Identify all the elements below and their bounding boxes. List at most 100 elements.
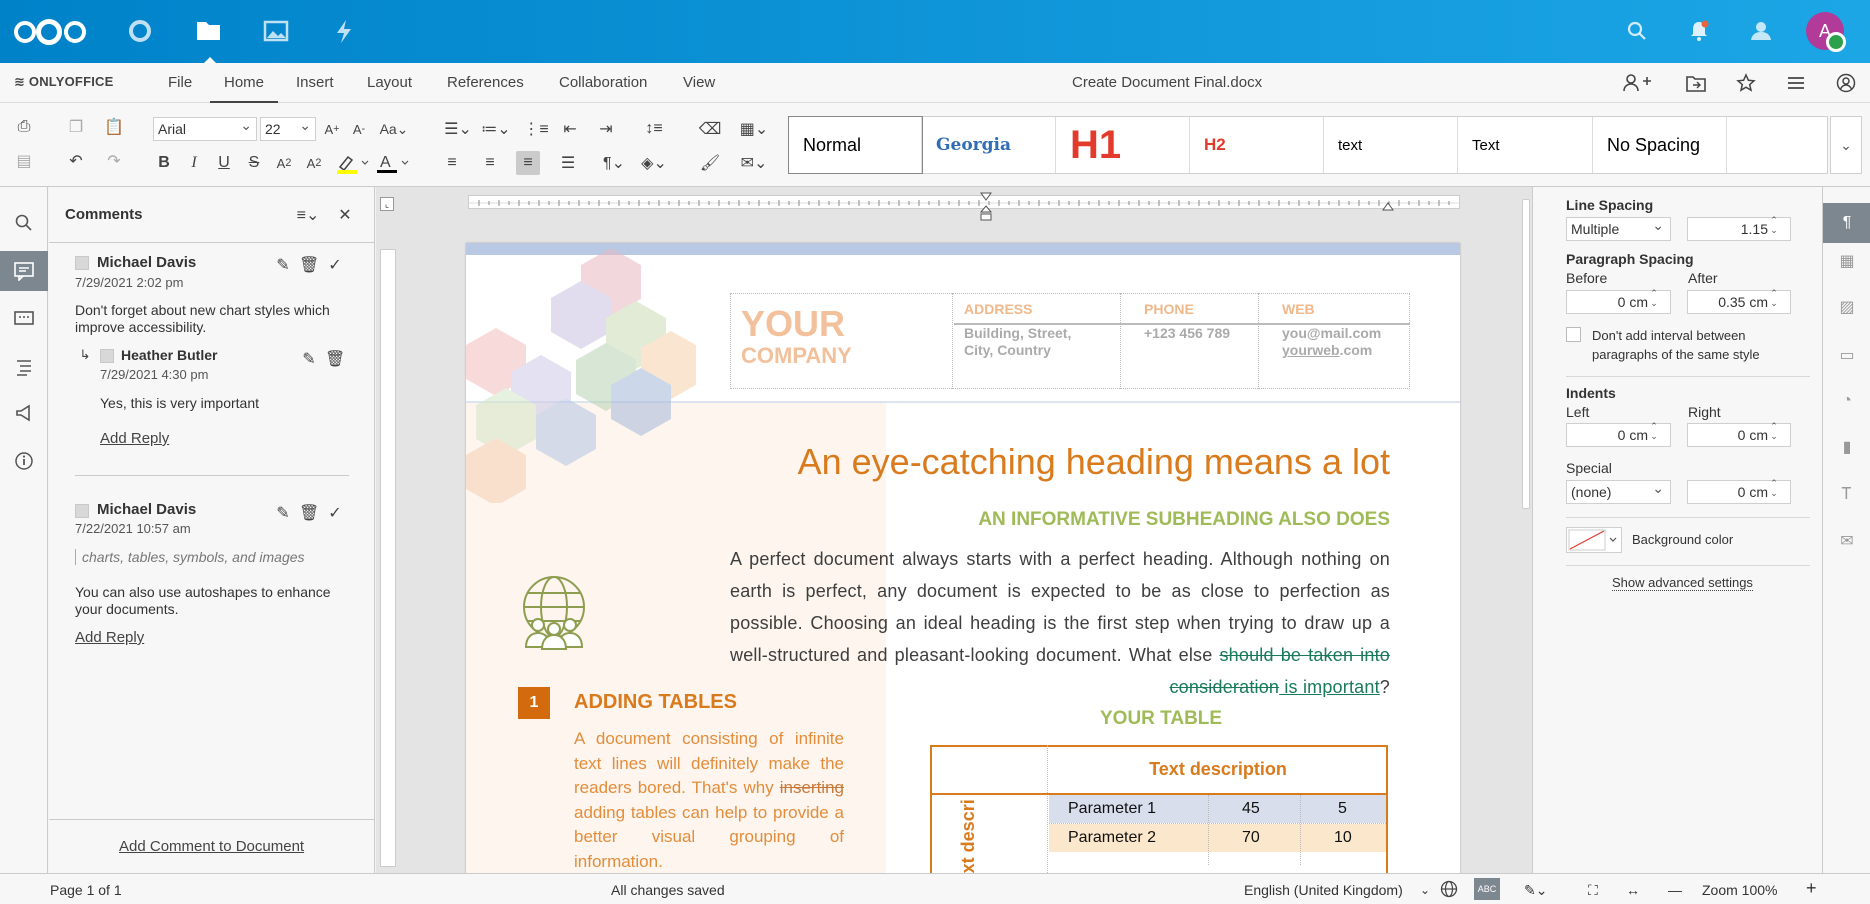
fit-to-page-icon[interactable]: ⛶	[1588, 882, 1598, 899]
style-text-lower[interactable]: text	[1324, 117, 1458, 173]
right-indent-marker[interactable]	[1382, 199, 1394, 211]
subscript-icon[interactable]: A2	[302, 151, 326, 175]
undo-icon[interactable]: ↶	[64, 149, 88, 173]
indent-right-input[interactable]: 0 cm	[1687, 422, 1791, 447]
justify-icon[interactable]: ☰	[556, 151, 580, 175]
special-indent-amount-input[interactable]: 0 cm	[1687, 479, 1791, 504]
tab-references[interactable]: References	[447, 63, 524, 103]
open-file-location-icon[interactable]	[1685, 73, 1706, 93]
save-icon[interactable]: ▤	[12, 149, 36, 173]
navigation-headings-icon[interactable]	[12, 355, 36, 379]
style-text[interactable]: Text	[1458, 117, 1593, 173]
multilevel-list-icon[interactable]: ⋮≡	[518, 117, 554, 141]
document-language-globe-icon[interactable]	[1440, 880, 1458, 901]
decrease-indent-icon[interactable]: ⇤	[558, 117, 582, 141]
bold-icon[interactable]: B	[152, 151, 176, 175]
contacts-icon[interactable]	[1748, 18, 1774, 44]
paragraph-settings-icon[interactable]: ¶	[1823, 203, 1870, 243]
tab-layout[interactable]: Layout	[367, 63, 412, 103]
delete-trash-icon[interactable]: 🗑	[299, 255, 319, 275]
redo-icon[interactable]: ↷	[102, 149, 126, 173]
favorite-star-icon[interactable]	[1736, 73, 1756, 93]
horizontal-ruler[interactable]	[468, 195, 1461, 209]
underline-icon[interactable]: U	[212, 151, 236, 175]
expand-styles-chevron-down-icon[interactable]: ⌄	[1830, 116, 1862, 174]
bullet-list-icon[interactable]: ☰⌄	[440, 117, 476, 141]
add-comment-to-document-link[interactable]: Add Comment to Document	[119, 838, 304, 855]
document-page[interactable]: YOUR COMPANY ADDRESS PHONE WEB Building,…	[466, 243, 1460, 873]
add-user-icon[interactable]	[1622, 73, 1651, 93]
zoom-level[interactable]: Zoom 100%	[1702, 882, 1777, 898]
style-normal[interactable]: Normal	[788, 116, 923, 174]
fit-to-width-icon[interactable]: ↔	[1626, 882, 1640, 898]
tab-home[interactable]: Home	[210, 63, 279, 103]
font-color-icon[interactable]: A	[374, 151, 410, 175]
edit-pencil-icon[interactable]: ✎	[299, 349, 319, 369]
tab-stop-selector[interactable]: ⌞	[380, 197, 394, 211]
shading-icon[interactable]: ◈⌄	[636, 151, 672, 175]
feedback-megaphone-icon[interactable]	[12, 401, 36, 425]
resolve-checkbox[interactable]	[75, 256, 89, 270]
text-art-settings-icon[interactable]: Ꭲ	[1835, 483, 1859, 507]
increase-font-size-icon[interactable]: A +	[320, 117, 344, 141]
style-georgia[interactable]: Georgia	[922, 117, 1056, 173]
align-center-icon[interactable]: ≡	[478, 151, 502, 175]
background-color-picker[interactable]	[1566, 527, 1622, 553]
tab-insert[interactable]: Insert	[296, 63, 334, 103]
line-spacing-value-input[interactable]: 1.15	[1687, 216, 1791, 241]
first-line-indent-marker[interactable]	[980, 189, 992, 201]
sort-comments-icon[interactable]: ≡⌄	[293, 205, 323, 225]
delete-trash-icon[interactable]: 🗑	[325, 349, 345, 369]
activity-app-icon[interactable]	[310, 0, 378, 63]
resolve-checkbox[interactable]	[100, 349, 114, 363]
tab-file[interactable]: File	[168, 63, 192, 103]
tab-view[interactable]: View	[683, 63, 715, 103]
copy-style-icon[interactable]: 🖌	[698, 151, 722, 175]
style-empty-slot[interactable]	[1727, 117, 1827, 173]
delete-trash-icon[interactable]: 🗑	[299, 503, 319, 523]
dashboard-app-icon[interactable]	[106, 0, 174, 63]
photos-app-icon[interactable]	[242, 0, 310, 63]
search-icon[interactable]	[12, 211, 36, 235]
clear-style-icon[interactable]: ⌫	[698, 117, 722, 141]
zoom-out-icon[interactable]: —	[1668, 882, 1682, 898]
language-select[interactable]: English (United Kingdom)	[1244, 882, 1403, 898]
font-size-select[interactable]: 22	[260, 114, 316, 141]
left-indent-marker[interactable]	[979, 205, 993, 221]
tab-collaboration[interactable]: Collaboration	[559, 63, 647, 103]
chart-settings-icon[interactable]: ▮	[1835, 435, 1859, 459]
mail-merge-settings-icon[interactable]: ✉	[1835, 529, 1859, 553]
spell-check-icon[interactable]: ABC	[1474, 878, 1500, 900]
italic-icon[interactable]: I	[182, 151, 206, 175]
table-settings-icon[interactable]: ▦	[1835, 249, 1859, 273]
user-account-icon[interactable]	[1836, 73, 1856, 93]
increase-indent-icon[interactable]: ⇥	[594, 117, 618, 141]
language-chevron-down-icon[interactable]: ⌄	[1420, 883, 1430, 897]
line-spacing-mode-select[interactable]: Multiple	[1566, 214, 1671, 241]
change-case-icon[interactable]: Aa⌄	[376, 117, 412, 141]
edit-pencil-icon[interactable]: ✎	[273, 255, 293, 275]
print-icon[interactable]: ⎙	[12, 115, 36, 139]
superscript-icon[interactable]: A2	[272, 151, 296, 175]
style-h2[interactable]: H2	[1190, 117, 1324, 173]
align-left-icon[interactable]: ≡	[440, 151, 464, 175]
style-no-spacing[interactable]: No Spacing	[1593, 117, 1727, 173]
font-name-select[interactable]: Arial	[153, 114, 257, 141]
image-settings-icon[interactable]: ▨	[1835, 295, 1859, 319]
mail-merge-icon[interactable]: ✉⌄	[736, 151, 772, 175]
search-icon[interactable]	[1624, 18, 1650, 44]
strikethrough-icon[interactable]: S	[242, 151, 266, 175]
track-changes-icon[interactable]: ✎⌄	[1524, 882, 1547, 899]
nonprinting-characters-icon[interactable]: ¶⌄	[596, 151, 632, 175]
resolve-check-icon[interactable]: ✓	[325, 255, 345, 275]
resolve-check-icon[interactable]: ✓	[325, 503, 345, 523]
show-advanced-settings-link[interactable]: Show advanced settings	[1612, 575, 1753, 591]
style-h1[interactable]: H1	[1056, 117, 1190, 173]
no-interval-checkbox[interactable]	[1566, 327, 1581, 342]
vertical-scrollbar[interactable]	[1522, 191, 1530, 867]
header-footer-settings-icon[interactable]: ▭	[1835, 343, 1859, 367]
color-scheme-icon[interactable]: ▦⌄	[736, 117, 772, 141]
comments-icon[interactable]	[0, 251, 48, 291]
notifications-bell-icon[interactable]	[1686, 18, 1712, 44]
page-counter[interactable]: Page 1 of 1	[50, 882, 122, 898]
